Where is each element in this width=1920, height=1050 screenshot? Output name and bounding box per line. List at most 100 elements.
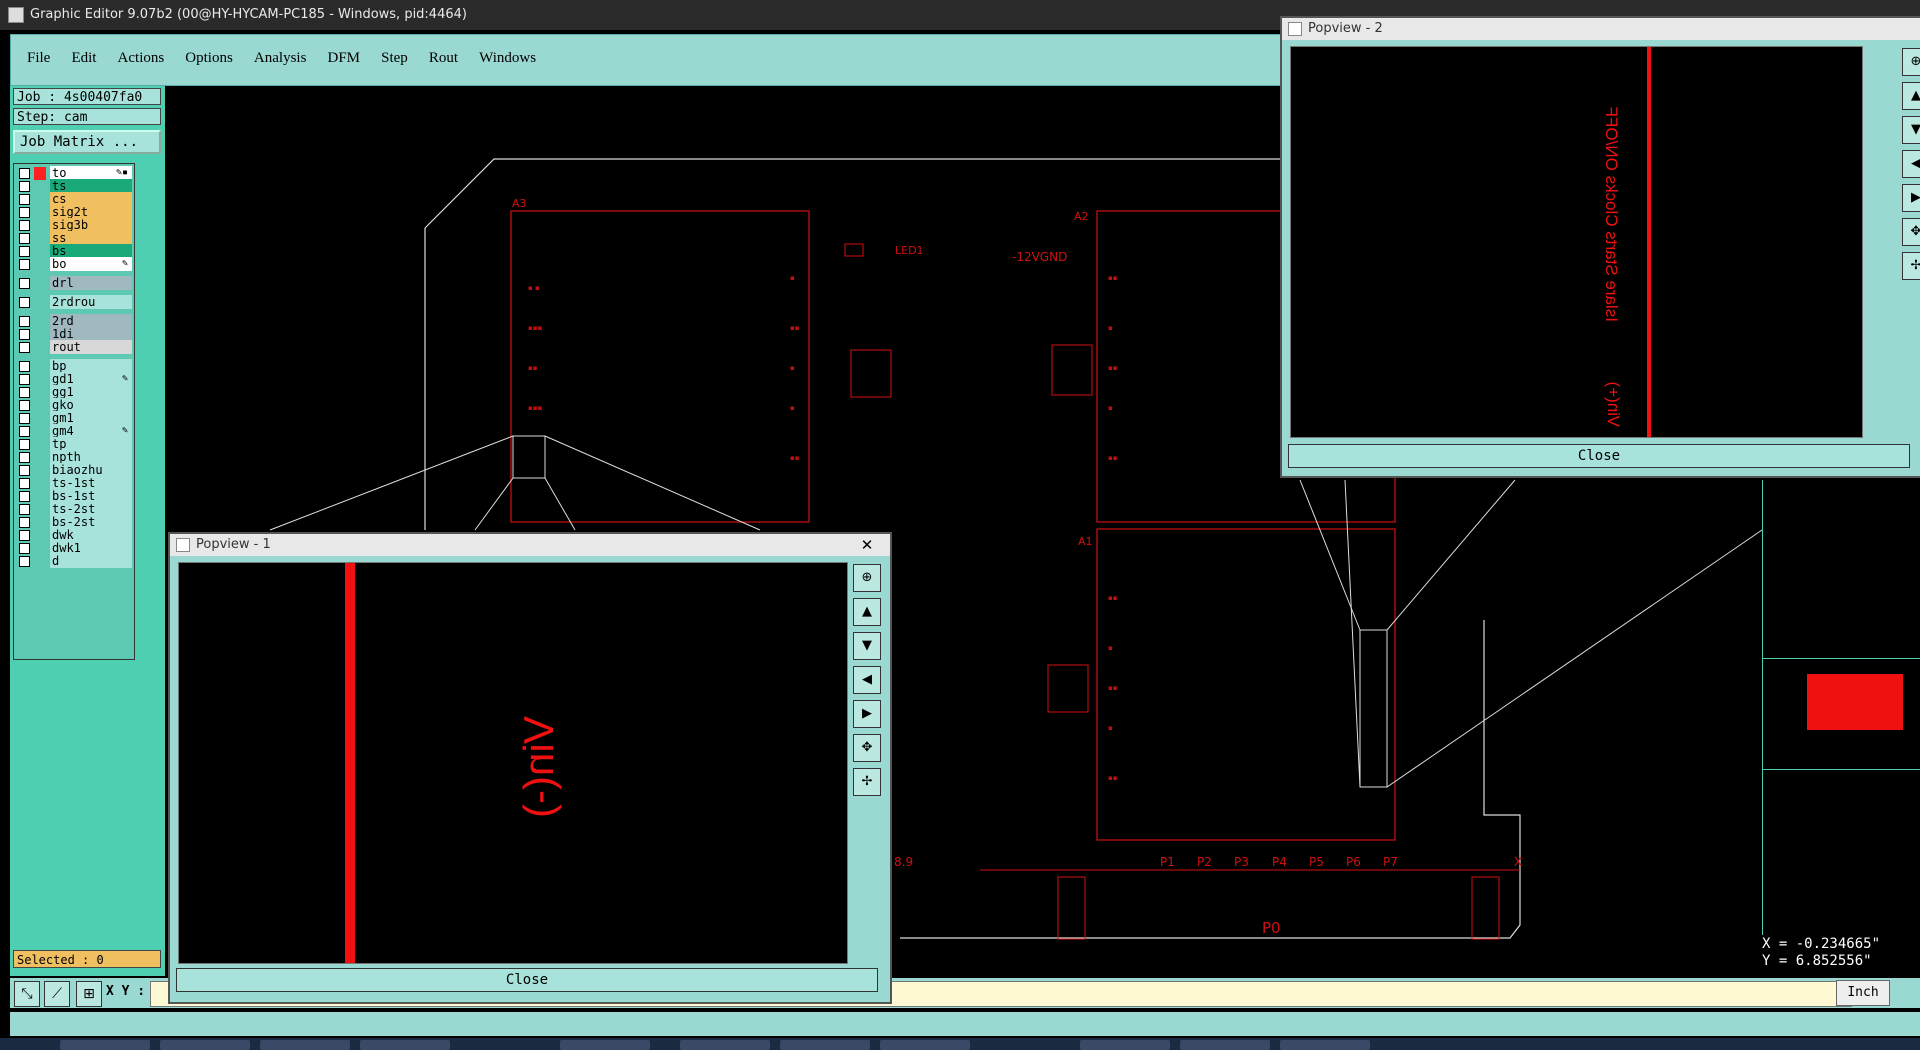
taskbar-item[interactable] [560, 1040, 650, 1050]
close-icon[interactable]: ✕ [852, 536, 882, 554]
layer-name[interactable]: to ✎▪ [50, 166, 132, 180]
layer-checkbox[interactable] [19, 374, 30, 385]
layer-checkbox[interactable] [19, 413, 30, 424]
select-tool-icon[interactable]: ⤡ [14, 981, 40, 1007]
layer-name[interactable]: d [50, 554, 132, 568]
popview-1-titlebar[interactable]: Popview - 1 [170, 534, 890, 556]
pan-right-icon[interactable]: ▶ [1902, 184, 1920, 212]
pan-up-icon[interactable]: ▲ [853, 598, 881, 626]
layer-checkbox[interactable] [19, 439, 30, 450]
layer-checkbox[interactable] [19, 297, 30, 308]
pan-down-icon[interactable]: ▼ [1902, 116, 1920, 144]
popview-2-screen[interactable]: Islare Starts Clocks ON/OFF Vin(+) [1290, 46, 1863, 438]
layer-name[interactable]: dwk1 [50, 541, 132, 555]
layer-name[interactable]: gd1 ✎ [50, 372, 132, 386]
pan-down-icon[interactable]: ▼ [853, 632, 881, 660]
taskbar-item[interactable] [780, 1040, 870, 1050]
pan-up-icon[interactable]: ▲ [1902, 82, 1920, 110]
taskbar-item[interactable] [160, 1040, 250, 1050]
layer-checkbox[interactable] [19, 316, 30, 327]
layer-name[interactable]: sig3b [50, 218, 132, 232]
pan-left-icon[interactable]: ◀ [1902, 150, 1920, 178]
layer-row-9[interactable]: 2rdrou [14, 295, 134, 310]
zoom-home-icon[interactable]: ⊕ [1902, 48, 1920, 76]
popview-2-close-button[interactable]: Close [1288, 444, 1910, 468]
layer-name[interactable]: bs [50, 244, 132, 258]
layer-name[interactable]: npth [50, 450, 132, 464]
layer-checkbox[interactable] [19, 556, 30, 567]
taskbar-item[interactable] [880, 1040, 970, 1050]
layer-name[interactable]: ts [50, 179, 132, 193]
layer-name[interactable]: dwk [50, 528, 132, 542]
layer-checkbox[interactable] [19, 517, 30, 528]
layer-checkbox[interactable] [19, 342, 30, 353]
layer-checkbox[interactable] [19, 426, 30, 437]
layer-checkbox[interactable] [19, 246, 30, 257]
layer-name[interactable]: ts-2st [50, 502, 132, 516]
menu-analysis[interactable]: Analysis [254, 50, 307, 67]
layer-row-28[interactable]: d [14, 554, 134, 569]
layer-name[interactable]: ss [50, 231, 132, 245]
popview-2-titlebar[interactable]: Popview - 2 [1282, 18, 1920, 40]
layer-name[interactable]: cs [50, 192, 132, 206]
taskbar-item[interactable] [1180, 1040, 1270, 1050]
layer-name[interactable]: biaozhu [50, 463, 132, 477]
layer-checkbox[interactable] [19, 278, 30, 289]
layer-name[interactable]: gg1 [50, 385, 132, 399]
menu-windows[interactable]: Windows [479, 50, 536, 67]
unit-button[interactable]: Inch [1836, 980, 1890, 1006]
layer-checkbox[interactable] [19, 194, 30, 205]
layer-checkbox[interactable] [19, 233, 30, 244]
popview-1-screen[interactable]: Vin(-) [178, 562, 848, 964]
layer-checkbox[interactable] [19, 329, 30, 340]
layer-row-12[interactable]: rout [14, 340, 134, 355]
layer-name[interactable]: gm4 ✎ [50, 424, 132, 438]
layer-checkbox[interactable] [19, 387, 30, 398]
layer-checkbox[interactable] [19, 220, 30, 231]
taskbar-item[interactable] [1280, 1040, 1370, 1050]
grid-tool-icon[interactable]: ⊞ [76, 981, 102, 1007]
pan-right-icon[interactable]: ▶ [853, 700, 881, 728]
layer-checkbox[interactable] [19, 361, 30, 372]
layer-row-8[interactable]: drl [14, 276, 134, 291]
layer-name[interactable]: gm1 [50, 411, 132, 425]
layer-checkbox[interactable] [19, 543, 30, 554]
taskbar-item[interactable] [260, 1040, 350, 1050]
zoom-out-icon[interactable]: ✥ [853, 734, 881, 762]
menu-rout[interactable]: Rout [429, 50, 458, 67]
layer-name[interactable]: 2rdrou [50, 295, 132, 309]
layer-name[interactable]: tp [50, 437, 132, 451]
layer-name[interactable]: bs-2st [50, 515, 132, 529]
menu-file[interactable]: File [27, 50, 50, 67]
zoom-home-icon[interactable]: ⊕ [853, 564, 881, 592]
zoom-in-icon[interactable]: ✢ [853, 768, 881, 796]
layer-name[interactable]: drl [50, 276, 132, 290]
menu-edit[interactable]: Edit [71, 50, 96, 67]
layer-row-7[interactable]: bo ✎ [14, 257, 134, 272]
popview-1-close-button[interactable]: Close [176, 968, 878, 992]
menu-step[interactable]: Step [381, 50, 408, 67]
pan-left-icon[interactable]: ◀ [853, 666, 881, 694]
job-matrix-button[interactable]: Job Matrix ... [13, 130, 161, 154]
layer-name[interactable]: rout [50, 340, 132, 354]
menu-dfm[interactable]: DFM [328, 50, 361, 67]
taskbar-item[interactable] [680, 1040, 770, 1050]
taskbar-item[interactable] [60, 1040, 150, 1050]
layer-name[interactable]: bo ✎ [50, 257, 132, 271]
layer-checkbox[interactable] [19, 465, 30, 476]
layer-checkbox[interactable] [19, 478, 30, 489]
layer-checkbox[interactable] [19, 259, 30, 270]
layer-checkbox[interactable] [19, 207, 30, 218]
layer-checkbox[interactable] [19, 491, 30, 502]
zoom-in-icon[interactable]: ✢ [1902, 252, 1920, 280]
measure-tool-icon[interactable]: ⟋ [44, 981, 70, 1007]
layer-checkbox[interactable] [19, 168, 30, 179]
layer-name[interactable]: gko [50, 398, 132, 412]
menu-options[interactable]: Options [185, 50, 233, 67]
layer-checkbox[interactable] [19, 452, 30, 463]
layer-name[interactable]: bs-1st [50, 489, 132, 503]
zoom-out-icon[interactable]: ✥ [1902, 218, 1920, 246]
menu-actions[interactable]: Actions [118, 50, 165, 67]
layer-checkbox[interactable] [19, 181, 30, 192]
layer-name[interactable]: 1di [50, 327, 132, 341]
